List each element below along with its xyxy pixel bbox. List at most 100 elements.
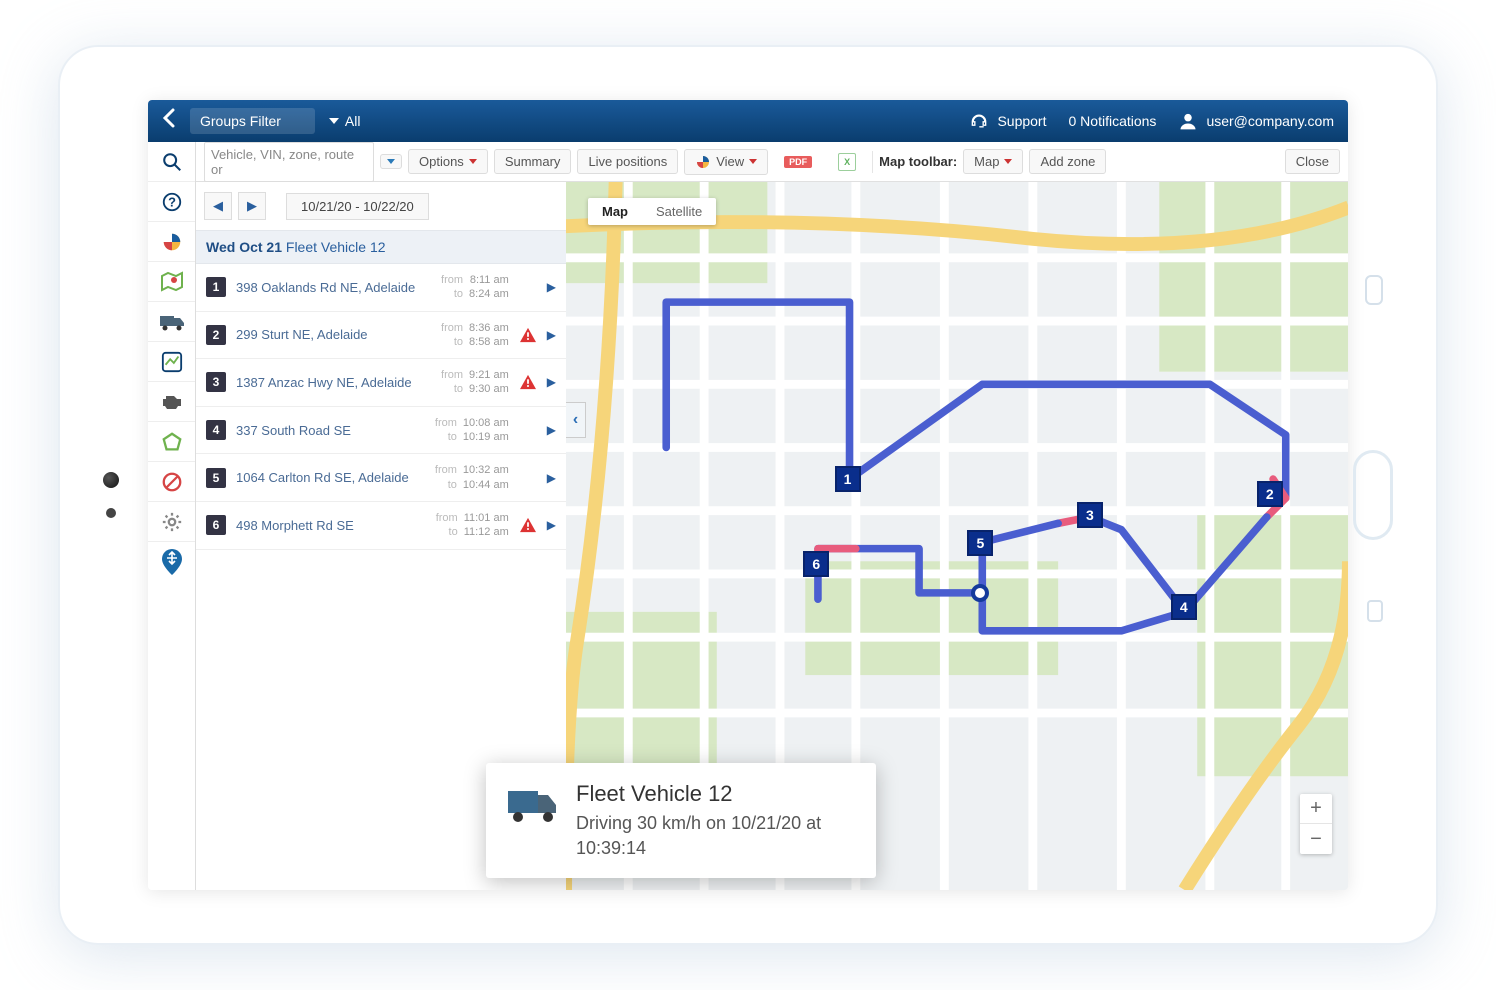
date-prev-button[interactable]: ◀ xyxy=(204,192,232,220)
add-zone-button[interactable]: Add zone xyxy=(1029,149,1106,174)
caret-down-icon xyxy=(387,159,395,164)
tablet-camera xyxy=(103,472,119,518)
map-type-satellite[interactable]: Satellite xyxy=(642,198,716,225)
rail-help[interactable]: ? xyxy=(148,182,195,222)
stop-times: fromto10:32 am10:44 am xyxy=(435,463,509,492)
map-marker-1[interactable]: 1 xyxy=(835,466,861,492)
rail-search[interactable] xyxy=(148,142,195,182)
trip-day: Wed Oct 21 xyxy=(206,239,282,255)
zoom-in-button[interactable]: + xyxy=(1300,794,1332,824)
stop-row[interactable]: 2299 Sturt NE, Adelaidefromto8:36 am8:58… xyxy=(196,312,566,360)
tablet-home-button[interactable] xyxy=(1353,450,1393,540)
search-input[interactable]: Vehicle, VIN, zone, route or xyxy=(204,142,374,182)
current-position-marker[interactable] xyxy=(971,584,989,602)
notifications-label: 0 Notifications xyxy=(1069,113,1157,129)
chevron-left-icon xyxy=(162,108,176,128)
rail-settings[interactable] xyxy=(148,502,195,542)
tablet-frame: Groups Filter All Support 0 Notification… xyxy=(58,45,1438,945)
back-button[interactable] xyxy=(148,108,190,134)
options-button[interactable]: Options xyxy=(408,149,488,174)
date-next-button[interactable]: ▶ xyxy=(238,192,266,220)
truck-icon xyxy=(506,781,560,860)
support-button[interactable]: Support xyxy=(969,111,1046,131)
pdf-icon: PDF xyxy=(784,156,812,168)
map-marker-6[interactable]: 6 xyxy=(803,551,829,577)
stop-times: fromto9:21 am9:30 am xyxy=(441,368,509,397)
engine-icon xyxy=(160,392,184,412)
chevron-right-icon: ▶ xyxy=(547,280,556,294)
tablet-side-button[interactable] xyxy=(1365,275,1383,305)
user-label: user@company.com xyxy=(1206,113,1334,129)
rail-reports[interactable] xyxy=(148,342,195,382)
rail-geofence[interactable] xyxy=(148,422,195,462)
pie-chart-icon xyxy=(695,154,711,170)
caret-down-icon xyxy=(749,159,757,164)
map-marker-5[interactable]: 5 xyxy=(967,530,993,556)
map-area[interactable]: ‹ Map Satellite + − 1 2 3 4 5 6 xyxy=(566,182,1348,890)
user-menu[interactable]: user@company.com xyxy=(1178,111,1334,131)
rail-engine[interactable] xyxy=(148,382,195,422)
map-marker-2[interactable]: 2 xyxy=(1257,481,1283,507)
search-icon xyxy=(161,151,183,173)
stop-number: 5 xyxy=(206,468,226,488)
filter-all-dropdown[interactable]: All xyxy=(323,113,367,129)
app-header: Groups Filter All Support 0 Notification… xyxy=(148,100,1348,142)
chart-line-icon xyxy=(161,351,183,373)
map-marker-3[interactable]: 3 xyxy=(1077,502,1103,528)
rail-prohibit[interactable] xyxy=(148,462,195,502)
search-dropdown-toggle[interactable] xyxy=(380,154,402,169)
stop-number: 6 xyxy=(206,515,226,535)
close-button[interactable]: Close xyxy=(1285,149,1340,174)
stop-number: 4 xyxy=(206,420,226,440)
stop-address: 1387 Anzac Hwy NE, Adelaide xyxy=(236,375,431,390)
groups-filter-button[interactable]: Groups Filter xyxy=(190,108,315,134)
export-pdf-button[interactable]: PDF xyxy=(774,152,822,172)
truck-icon xyxy=(159,313,185,331)
warning-icon xyxy=(519,517,537,533)
caret-down-icon xyxy=(329,118,339,124)
stop-times: fromto8:11 am8:24 am xyxy=(441,273,509,302)
user-icon xyxy=(1178,111,1198,131)
map-type-map[interactable]: Map xyxy=(588,198,642,225)
trip-header: Wed Oct 21 Fleet Vehicle 12 xyxy=(196,230,566,264)
stop-address: 299 Sturt NE, Adelaide xyxy=(236,327,431,342)
warning-icon xyxy=(519,327,537,343)
pie-chart-icon xyxy=(161,231,183,253)
panel-collapse-button[interactable]: ‹ xyxy=(566,402,586,438)
stop-row[interactable]: 51064 Carlton Rd SE, Adelaidefromto10:32… xyxy=(196,454,566,502)
app-screen: Groups Filter All Support 0 Notification… xyxy=(148,100,1348,890)
map-layer-button[interactable]: Map xyxy=(963,149,1023,174)
export-xls-button[interactable]: X xyxy=(828,149,866,175)
stop-row[interactable]: 4 337 South Road SE fromto10:08 am10:19 am… xyxy=(196,407,566,455)
prohibit-icon xyxy=(161,471,183,493)
stop-row[interactable]: 1398 Oaklands Rd NE, Adelaidefromto8:11 … xyxy=(196,264,566,312)
stop-row[interactable]: 6498 Morphett Rd SEfromto11:01 am11:12 a… xyxy=(196,502,566,550)
notifications-button[interactable]: 0 Notifications xyxy=(1069,113,1157,129)
stop-row[interactable]: 31387 Anzac Hwy NE, Adelaidefromto9:21 a… xyxy=(196,359,566,407)
chevron-right-icon: ▶ xyxy=(547,375,556,389)
live-positions-button[interactable]: Live positions xyxy=(577,149,678,174)
stop-address: 337 South Road SE xyxy=(236,423,425,438)
rail-move[interactable] xyxy=(148,542,195,582)
zoom-control: + − xyxy=(1300,794,1332,854)
stop-times: fromto10:08 am10:19 am xyxy=(435,416,509,445)
rail-map[interactable] xyxy=(148,262,195,302)
date-range-picker[interactable]: 10/21/20 - 10/22/20 xyxy=(286,193,429,220)
tablet-side-button-2[interactable] xyxy=(1367,600,1383,622)
rail-dashboard[interactable] xyxy=(148,222,195,262)
map-marker-4[interactable]: 4 xyxy=(1171,594,1197,620)
vehicle-card-status: Driving 30 km/h on 10/21/20 at 10:39:14 xyxy=(576,811,856,860)
zoom-out-button[interactable]: − xyxy=(1300,824,1332,854)
vehicle-card-title: Fleet Vehicle 12 xyxy=(576,781,856,807)
map-icon xyxy=(160,271,184,293)
summary-button[interactable]: Summary xyxy=(494,149,572,174)
trip-vehicle: Fleet Vehicle 12 xyxy=(286,239,386,255)
rail-vehicles[interactable] xyxy=(148,302,195,342)
chevron-right-icon: ▶ xyxy=(547,423,556,437)
view-button[interactable]: View xyxy=(684,149,768,175)
vehicle-info-card: Fleet Vehicle 12 Driving 30 km/h on 10/2… xyxy=(486,763,876,878)
svg-text:?: ? xyxy=(168,194,176,209)
xls-icon: X xyxy=(838,153,856,171)
toolbar: Vehicle, VIN, zone, route or Options Sum… xyxy=(196,142,1348,182)
chevron-right-icon: ▶ xyxy=(547,328,556,342)
